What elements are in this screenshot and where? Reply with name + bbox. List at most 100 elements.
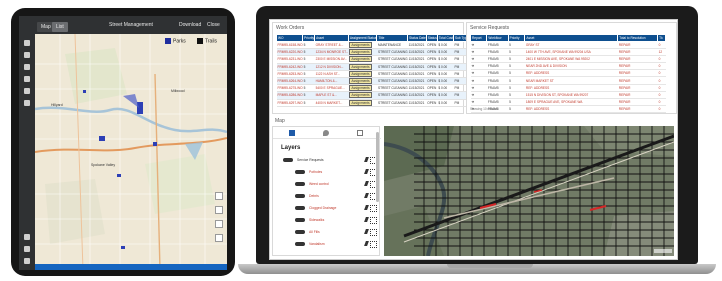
- assignments-button[interactable]: Assignments: [349, 63, 372, 70]
- layer-item[interactable]: All Fills: [273, 227, 381, 237]
- wo-cell[interactable]: Assignments: [348, 63, 377, 71]
- tablet-close-button[interactable]: Close: [207, 22, 220, 28]
- assignments-button[interactable]: Assignments: [349, 78, 372, 84]
- visibility-icon[interactable]: [295, 194, 305, 198]
- legend-parks[interactable]: Parks: [165, 38, 186, 44]
- sr-table-row[interactable]: ⚒ FRAM5 5 1400 W 7TH AVE, SPOKANE WA 99204 …: [470, 48, 666, 57]
- assignments-button[interactable]: Assignments: [349, 56, 372, 63]
- layer-edit-icon[interactable]: [365, 193, 377, 200]
- lock-icon[interactable]: [24, 246, 30, 252]
- wrench-icon[interactable]: ⚒: [470, 55, 487, 64]
- report-icon[interactable]: [24, 100, 30, 106]
- visibility-icon[interactable]: [295, 230, 305, 234]
- wrench-icon[interactable]: ⚒: [470, 91, 487, 99]
- wrench-icon[interactable]: ⚒: [470, 84, 487, 92]
- satellite-map[interactable]: [384, 126, 674, 256]
- wo-cell[interactable]: Assignments: [348, 41, 377, 50]
- visibility-icon[interactable]: [295, 218, 305, 222]
- wo-cell[interactable]: Assignments: [348, 48, 377, 57]
- sr-column-header[interactable]: Workflow: [486, 34, 509, 42]
- visibility-icon[interactable]: [283, 158, 293, 162]
- settings-icon[interactable]: [24, 258, 30, 264]
- wo-column-header[interactable]: Assignment Status: [347, 34, 378, 42]
- visibility-icon[interactable]: [295, 182, 305, 186]
- zoom-extent-icon[interactable]: [215, 220, 223, 228]
- assignments-button[interactable]: Assignments: [349, 99, 372, 106]
- visibility-icon[interactable]: [295, 206, 305, 210]
- wrench-icon[interactable]: ⚒: [470, 98, 487, 106]
- layer-group-service-requests[interactable]: Service Requests: [273, 155, 381, 165]
- location-tab-icon[interactable]: [323, 130, 329, 136]
- assignments-button[interactable]: Assignments: [349, 49, 372, 55]
- layer-edit-icon[interactable]: [365, 217, 377, 224]
- sr-table-row[interactable]: ⚒ FRAM5 5 2401 E MISSION AVE, SPOKANE WA 99…: [470, 55, 666, 64]
- layer-item[interactable]: Debris: [273, 191, 381, 201]
- fullscreen-icon[interactable]: [215, 192, 223, 200]
- wo-cell[interactable]: Assignments: [348, 91, 377, 100]
- assignments-button[interactable]: Assignments: [349, 85, 372, 91]
- list-icon[interactable]: [24, 88, 30, 94]
- layer-item[interactable]: Sidewalks: [273, 215, 381, 225]
- wo-table-row[interactable]: FRM95-6220-WO 5 1234 N MONROE ST... Assignm…: [276, 48, 469, 57]
- wo-table-row[interactable]: FRM95-6264-WO 5 HAMILTON &... Assignments ST…: [276, 77, 469, 86]
- sr-table-row[interactable]: ⚒ FRAM5 5 REF: ADDRESS REPAIR 0: [470, 84, 666, 92]
- wo-table-row[interactable]: FRM95-6231-WO 5 2300 E MISSION AV... Assign…: [276, 55, 469, 64]
- wrench-icon[interactable]: ⚒: [470, 76, 487, 85]
- wo-table-row[interactable]: FRM95-6286-WO 5 MAPLE ST &... Assignments ST…: [276, 91, 469, 100]
- layer-item[interactable]: Weed control: [273, 179, 381, 189]
- wo-cell[interactable]: Assignments: [348, 55, 377, 64]
- briefcase-icon[interactable]: [24, 64, 30, 70]
- visibility-icon[interactable]: [295, 170, 305, 174]
- wo-cell[interactable]: Assignments: [348, 77, 377, 86]
- wo-cell[interactable]: Assignments: [348, 70, 377, 78]
- download-icon[interactable]: [24, 234, 30, 240]
- layer-edit-icon[interactable]: [365, 157, 377, 164]
- sr-column-header[interactable]: Priority: [507, 34, 526, 42]
- wrench-icon[interactable]: ⚒: [470, 69, 487, 78]
- wo-column-header[interactable]: Status Date: [407, 34, 427, 42]
- layers-icon[interactable]: [24, 52, 30, 58]
- layers-tab-icon[interactable]: [289, 130, 295, 136]
- sr-table-row[interactable]: ⚒ FRAM5 5 NEAR MARKET ST REPAIR 0: [470, 76, 666, 85]
- wo-column-header[interactable]: Status: [425, 34, 438, 42]
- wo-table-row[interactable]: FRM95-6297-WO 5 4400 N MARKET... Assignment…: [276, 99, 469, 107]
- wo-table-row[interactable]: FRM95-6275-WO 5 5400 E SPRAGUE... Assignmen…: [276, 84, 469, 93]
- wo-table-row[interactable]: FRM95-6253-WO 5 1122 N ASH ST... Assignment…: [276, 70, 469, 78]
- sr-table-row[interactable]: ⚒ FRAM5 5 REF: ADDRESS REPAIR 0: [470, 69, 666, 78]
- wo-cell[interactable]: Assignments: [348, 99, 377, 107]
- wrench-icon[interactable]: ⚒: [470, 62, 487, 71]
- wo-table-row[interactable]: FRM95-6242-WO 5 1212 N DIVISION... Assignme…: [276, 63, 469, 71]
- visibility-icon[interactable]: [295, 242, 305, 246]
- layer-item[interactable]: Vandalism: [273, 239, 381, 249]
- wo-column-header[interactable]: WO: [275, 34, 304, 42]
- layer-edit-icon[interactable]: [365, 181, 377, 188]
- layer-edit-icon[interactable]: [365, 229, 377, 236]
- layers-scrollbar[interactable]: [376, 132, 379, 202]
- sr-table-row[interactable]: ⚒ FRAM5 5 REF: ADDRESS REPAIR 0: [470, 105, 666, 113]
- tablet-download-button[interactable]: Download: [179, 22, 201, 28]
- wo-column-header[interactable]: Priority: [302, 34, 316, 42]
- layer-edit-icon[interactable]: [365, 169, 377, 176]
- assignments-button[interactable]: Assignments: [349, 92, 372, 98]
- layer-item[interactable]: Potholes: [273, 167, 381, 177]
- sr-table-row[interactable]: ⚒ FRAM5 5 1515 N DIVISION ST, SPOKANE WA 99…: [470, 91, 666, 99]
- assignments-button[interactable]: Assignments: [349, 42, 372, 48]
- expand-icon[interactable]: [215, 206, 223, 214]
- legend-trails[interactable]: Trails: [197, 38, 217, 44]
- wo-column-header[interactable]: Title: [376, 34, 409, 42]
- assignments-button[interactable]: Assignments: [349, 70, 372, 77]
- wrench-icon[interactable]: ⚒: [470, 41, 487, 50]
- sr-table-row[interactable]: ⚒ FRAM5 5 NEAR 2ND AVE & DIVISION REPAIR 0: [470, 62, 666, 71]
- wo-column-header[interactable]: Asset: [314, 34, 349, 42]
- wo-table-row[interactable]: FRM95-6158-WO 5 GRAY STREET &... Assignment…: [276, 41, 469, 50]
- wrench-icon[interactable]: ⚒: [470, 48, 487, 57]
- tablet-map[interactable]: Hillyard Spokane Valley Millwood: [35, 34, 227, 270]
- layer-item[interactable]: Clogged Drainage: [273, 203, 381, 213]
- sr-column-header[interactable]: Total to Resolution: [617, 34, 659, 42]
- layer-edit-icon[interactable]: [365, 241, 377, 248]
- sr-table-row[interactable]: ⚒ FRAM5 5 1809 E SPRAGUE AVE, SPOKANE WA REP…: [470, 98, 666, 106]
- locate-icon[interactable]: [215, 234, 223, 242]
- sr-table-row[interactable]: ⚒ FRAM5 5 GRAY ST REPAIR 0: [470, 41, 666, 50]
- select-tab-icon[interactable]: [357, 130, 363, 136]
- wo-column-header[interactable]: Total Cost: [436, 34, 455, 42]
